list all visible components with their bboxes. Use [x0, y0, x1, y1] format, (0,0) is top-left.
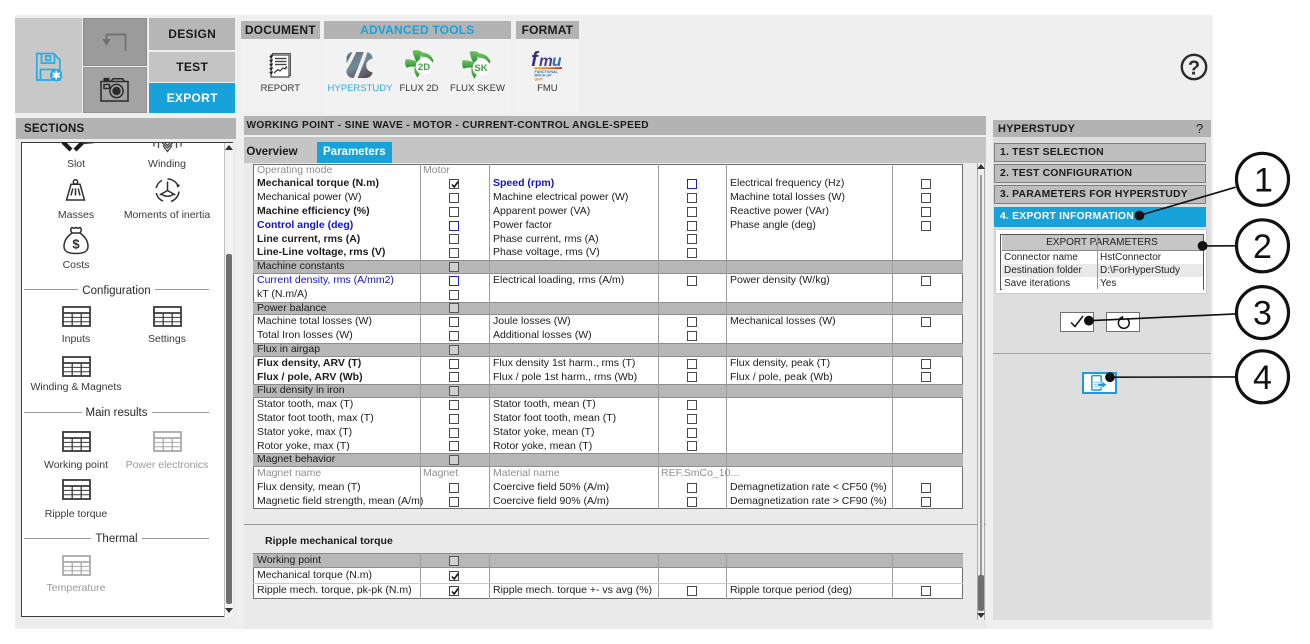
svg-text:4: 4	[1253, 359, 1272, 397]
svg-text:1: 1	[1254, 161, 1273, 199]
svg-text:2: 2	[1253, 228, 1272, 266]
svg-text:3: 3	[1253, 295, 1272, 333]
